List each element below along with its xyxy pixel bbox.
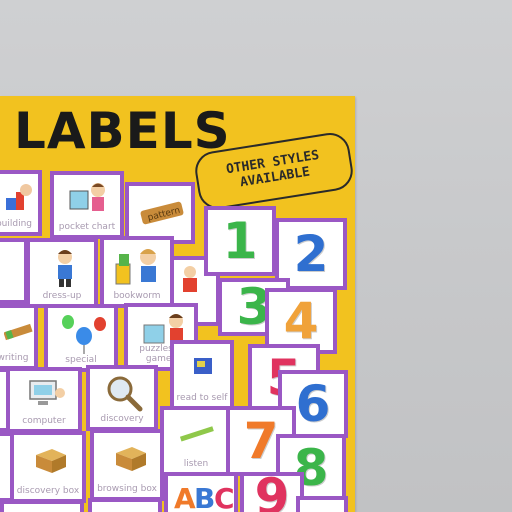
card-label: bookworm bbox=[113, 290, 161, 301]
computer-icon bbox=[29, 380, 65, 405]
svg-text:B: B bbox=[194, 482, 215, 512]
book-icon bbox=[194, 358, 212, 374]
crayons-icon bbox=[4, 323, 33, 341]
card-label: computer bbox=[22, 415, 66, 426]
dress-up-card: dress-up bbox=[26, 238, 98, 308]
discovery-box-card: discovery box bbox=[10, 431, 86, 503]
card-label: special bbox=[65, 354, 97, 365]
card-label: discovery box bbox=[16, 485, 80, 496]
balloons-icon bbox=[62, 315, 106, 354]
child-math-icon bbox=[183, 266, 197, 292]
svg-text:A: A bbox=[174, 482, 196, 512]
number-1: 1 bbox=[222, 212, 258, 270]
magnifying-glass-icon bbox=[107, 376, 143, 412]
card-label: discovery bbox=[100, 413, 144, 424]
bookworm-card: bookworm bbox=[100, 236, 174, 308]
card-label: building bbox=[0, 218, 33, 229]
number-2: 2 bbox=[293, 225, 329, 283]
empty-card bbox=[296, 496, 348, 512]
building-blocks-icon bbox=[6, 184, 32, 210]
child-dress-up-icon bbox=[58, 250, 72, 287]
pocket-chart-card: pocket chart bbox=[50, 171, 124, 239]
card-label: writing bbox=[0, 352, 29, 363]
card-label: listen bbox=[183, 458, 209, 469]
abc-letters-icon: A B C bbox=[174, 482, 235, 512]
card-label: dress-up bbox=[42, 290, 82, 301]
building-card: building bbox=[0, 170, 42, 236]
number-7: 7 bbox=[243, 412, 279, 470]
child-with-books-icon bbox=[115, 249, 156, 285]
labels-poster: LABELS OTHER STYLES AVAILABLE building p… bbox=[0, 96, 355, 512]
bottom-card bbox=[0, 500, 84, 512]
computer-card: computer bbox=[6, 367, 82, 433]
number-card-1: 1 bbox=[204, 206, 276, 276]
number-6: 6 bbox=[295, 375, 331, 433]
pencil-icon bbox=[179, 426, 214, 442]
read-to-self-card: read to self bbox=[170, 340, 234, 410]
listen-card: listen bbox=[160, 406, 232, 476]
pattern-blocks-icon: pattern bbox=[140, 201, 184, 225]
box-icon bbox=[36, 449, 66, 473]
poster-title: LABELS bbox=[14, 102, 231, 160]
browsing-box-card: browsing box bbox=[90, 429, 164, 501]
child-with-chart-icon bbox=[69, 183, 105, 211]
box-icon bbox=[116, 447, 146, 471]
discovery-card: discovery bbox=[86, 365, 158, 431]
abc-card: A B C bbox=[164, 472, 238, 512]
card-label: browsing box bbox=[97, 483, 157, 494]
writing-card: writing bbox=[0, 304, 38, 370]
special-card: special bbox=[44, 304, 118, 372]
pattern-card: pattern bbox=[125, 182, 195, 244]
svg-text:C: C bbox=[214, 482, 235, 512]
card-label: read to self bbox=[176, 392, 228, 403]
number-card-9: 9 bbox=[240, 472, 304, 512]
number-9: 9 bbox=[254, 472, 290, 512]
card-label: pocket chart bbox=[58, 221, 116, 232]
dress-up-card bbox=[0, 238, 28, 304]
bottom-card bbox=[88, 498, 162, 512]
number-4: 4 bbox=[283, 292, 319, 350]
